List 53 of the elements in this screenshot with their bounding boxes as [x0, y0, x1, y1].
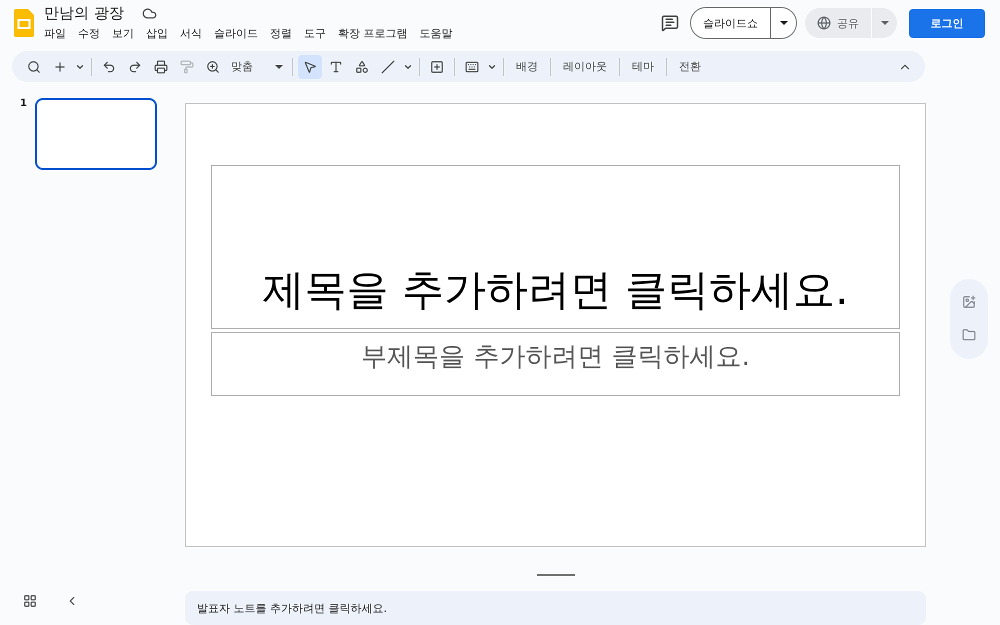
menu-item[interactable]: 삽입 [140, 25, 174, 42]
toolbar-text-button[interactable]: 배경 [509, 54, 545, 78]
toolbar-text-button[interactable]: 전환 [672, 54, 708, 78]
menu-item[interactable]: 슬라이드 [208, 25, 264, 42]
menu-item[interactable]: 확장 프로그램 [332, 25, 414, 42]
shapes-icon [355, 60, 369, 74]
paint-roller-icon [180, 60, 194, 74]
share-label: 공유 [837, 16, 859, 30]
text-icon [329, 60, 343, 74]
toolbar-text-button[interactable]: 레이아웃 [556, 54, 614, 78]
keyboard-icon [465, 60, 479, 74]
menu-item[interactable]: 보기 [106, 25, 140, 42]
redo-icon [128, 60, 142, 74]
plus-icon [53, 60, 67, 74]
notes-placeholder: 발표자 노트를 추가하려면 클릭하세요. [197, 600, 387, 616]
globe-icon [817, 16, 831, 30]
speaker-notes[interactable]: 발표자 노트를 추가하려면 클릭하세요. [185, 591, 926, 625]
comments-icon [661, 14, 679, 32]
line-icon [381, 60, 395, 74]
zoom-label: 맞춤 [231, 59, 253, 74]
cloud-icon[interactable] [142, 6, 157, 21]
caret-icon [780, 21, 788, 25]
pointer-icon [303, 60, 317, 74]
title-text: 제목을 추가하려면 클릭하세요. [262, 264, 849, 316]
caret-icon [880, 21, 888, 25]
menu-item[interactable]: 도구 [298, 25, 332, 42]
zoom-in-icon [206, 60, 220, 74]
slide-thumbnail[interactable] [34, 98, 157, 170]
image-search-icon [962, 294, 976, 309]
document-title[interactable]: 만남의 광장 [44, 4, 124, 23]
grid-icon [23, 594, 37, 608]
menu-item[interactable]: 서식 [174, 25, 208, 42]
caret-icon [275, 64, 283, 68]
menu-item[interactable]: 정렬 [264, 25, 298, 42]
resize-handle[interactable] [536, 574, 574, 576]
slide-number: 1 [20, 98, 27, 111]
undo-icon [102, 60, 116, 74]
share-button[interactable]: 공유 [805, 8, 871, 38]
slideshow-button[interactable]: 슬라이드쇼 [691, 8, 770, 38]
menu-item[interactable]: 도움말 [414, 25, 458, 42]
menu-item[interactable]: 수정 [72, 25, 106, 42]
login-button[interactable]: 로그인 [909, 8, 985, 38]
zoom-select[interactable]: 맞춤 [227, 54, 287, 78]
search-icon [27, 60, 41, 74]
title-placeholder[interactable]: 제목을 추가하려면 클릭하세요. [211, 165, 900, 329]
menu-item[interactable]: 파일 [44, 25, 72, 42]
pointer-tool[interactable] [298, 54, 322, 78]
subtitle-text: 부제목을 추가하려면 클릭하세요. [361, 341, 750, 374]
printer-icon [154, 60, 168, 74]
comment-add-icon [430, 60, 444, 74]
subtitle-placeholder[interactable]: 부제목을 추가하려면 클릭하세요. [211, 332, 900, 396]
folder-icon [962, 328, 976, 342]
toolbar-text-button[interactable]: 테마 [625, 54, 661, 78]
